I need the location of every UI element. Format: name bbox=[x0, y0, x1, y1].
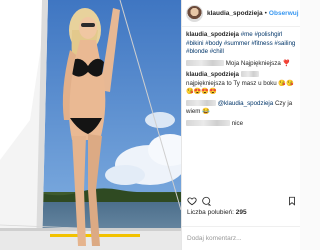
header-username[interactable]: klaudia_spodzieja bbox=[207, 10, 263, 17]
comment-icon[interactable] bbox=[201, 196, 211, 206]
comment-1-emoji: ❣️ bbox=[282, 59, 291, 67]
caption-username[interactable]: klaudia_spodzieja bbox=[186, 31, 239, 38]
separator-dot: • bbox=[264, 9, 267, 17]
comment-1-text: Moja Najpiękniejsza bbox=[225, 59, 281, 67]
comment-3: @klaudia_spodzieja Czy ja wiem 😂 bbox=[186, 100, 297, 117]
post-header: klaudia_spodzieja • Obserwuj bbox=[182, 0, 300, 27]
post-photo[interactable] bbox=[0, 0, 181, 250]
blurred-mention bbox=[240, 71, 259, 78]
bookmark-icon[interactable] bbox=[287, 196, 297, 206]
action-bar bbox=[187, 196, 297, 208]
caption: klaudia_spodzieja #me #polishgirl #bikin… bbox=[186, 31, 297, 57]
blurred-username bbox=[186, 59, 224, 66]
comment-2-text: najpiękniejsza to Ty masz u boku bbox=[186, 79, 277, 87]
instagram-post: klaudia_spodzieja • Obserwuj klaudia_spo… bbox=[0, 0, 300, 250]
avatar[interactable] bbox=[186, 4, 203, 22]
likes-number: 295 bbox=[235, 209, 247, 216]
add-comment-input[interactable]: Dodaj komentarz... bbox=[187, 235, 242, 242]
post-sidebar: klaudia_spodzieja • Obserwuj klaudia_spo… bbox=[181, 0, 300, 250]
post-image bbox=[0, 0, 181, 250]
comments-list: klaudia_spodzieja #me #polishgirl #bikin… bbox=[186, 31, 297, 131]
comment-1: Moja Najpiękniejsza ❣️ bbox=[186, 60, 297, 69]
blurred-username bbox=[186, 119, 230, 126]
comment-2-username[interactable]: klaudia_spodzieja bbox=[186, 71, 239, 78]
heart-icon[interactable] bbox=[187, 196, 197, 206]
likes-label: Liczba polubień: bbox=[187, 209, 234, 216]
divider bbox=[182, 226, 300, 227]
comment-2: klaudia_spodzieja najpiękniejsza to Ty m… bbox=[186, 71, 297, 97]
comment-4: nice bbox=[186, 120, 297, 129]
comment-3-mention[interactable]: @klaudia_spodzieja bbox=[218, 100, 273, 107]
likes-count[interactable]: Liczba polubień: 295 bbox=[187, 209, 247, 216]
blurred-username bbox=[186, 99, 216, 106]
follow-button[interactable]: Obserwuj bbox=[269, 10, 299, 17]
comment-4-text: nice bbox=[231, 119, 244, 127]
